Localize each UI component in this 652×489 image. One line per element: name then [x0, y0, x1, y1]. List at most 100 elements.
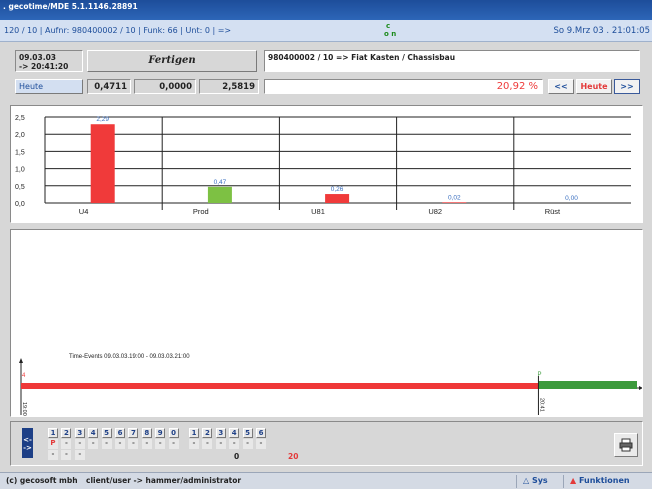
title-bar: . gecotime/MDE 5.1.1146.28891: [0, 0, 652, 20]
printer-icon: [619, 438, 633, 452]
day-box[interactable]: 0: [168, 428, 179, 438]
y-tick-label: 0,0: [15, 201, 25, 208]
y-tick-label: 2,0: [15, 132, 25, 139]
timeline-right-arrow: [639, 386, 642, 390]
prev-period-button[interactable]: <<: [548, 79, 574, 94]
red-event-marker: 4: [22, 373, 26, 379]
date-panel: 09.03.03 -> 20:41:20: [15, 50, 83, 72]
day-nav: <- ->: [22, 428, 33, 458]
period-label-panel: Heute: [15, 79, 83, 94]
connection-indicator-top: c: [386, 22, 391, 30]
today-button[interactable]: Heute: [576, 79, 612, 94]
y-tick-label: 1,0: [15, 167, 25, 174]
y-tick-label: 1,5: [15, 149, 25, 156]
day-box[interactable]: 3: [74, 428, 85, 438]
functions-button-label: Funktionen: [578, 476, 630, 485]
day-status-cell: -: [202, 439, 213, 449]
day-box[interactable]: 2: [61, 428, 72, 438]
user-info: client/user -> hammer/administrator: [86, 476, 242, 485]
day-status-cell: P: [48, 439, 58, 449]
value-2: 0,0000: [134, 79, 196, 94]
day-status-cell: -: [256, 439, 266, 449]
order-panel: 980400002 / 10 => Fiat Kasten / Chassisb…: [264, 50, 640, 72]
bar-data-label: 0,47: [214, 179, 227, 186]
day-box[interactable]: 6: [115, 428, 125, 438]
day-box[interactable]: 8: [141, 428, 152, 438]
timeline-segment-red: [21, 383, 539, 389]
day-sub-cell: -: [61, 450, 72, 460]
bar-u82: [442, 202, 467, 203]
percent-panel: 20,92 %: [264, 79, 543, 94]
bar-u81: [325, 194, 350, 203]
day-count-2: 20: [288, 452, 299, 461]
day-box[interactable]: 9: [155, 428, 166, 438]
day-box[interactable]: 1: [189, 428, 199, 438]
next-day-button[interactable]: ->: [22, 444, 33, 452]
day-status-cell: -: [88, 439, 99, 449]
day-status-cell: -: [141, 439, 152, 449]
y-tick-label: 2,5: [15, 115, 25, 122]
day-status-cell: -: [61, 439, 72, 449]
day-grid: 1 P -2- -3- -4-5-6-7-8-9-0-1-2-3-4-5-6-0 20: [48, 428, 308, 464]
bar-prod: [207, 186, 232, 203]
day-box[interactable]: 1: [48, 428, 58, 438]
day-status-cell: -: [215, 439, 226, 449]
day-status-cell: -: [115, 439, 125, 449]
bar-u4: [90, 124, 115, 203]
end-time: -> 20:41:20: [19, 62, 69, 71]
day-box[interactable]: 2: [202, 428, 213, 438]
day-box[interactable]: 5: [101, 428, 112, 438]
day-status-cell: -: [189, 439, 199, 449]
functions-warning-icon: ▲: [570, 476, 577, 485]
print-button[interactable]: [614, 433, 638, 457]
x-tick-label: U81: [311, 207, 325, 216]
day-box[interactable]: 4: [88, 428, 99, 438]
timeline-chart: Time-Events 09.03.03.19:00 - 09.03.03.21…: [19, 354, 642, 416]
day-status-cell: -: [242, 439, 253, 449]
day-box[interactable]: 7: [128, 428, 139, 438]
day-box[interactable]: 5: [242, 428, 253, 438]
green-event-marker: P: [537, 372, 541, 378]
sys-button-label: Sys: [531, 476, 548, 485]
day-box[interactable]: 3: [215, 428, 226, 438]
date-value: 09.03.03: [19, 53, 57, 62]
day-status-cell: -: [168, 439, 179, 449]
status-panel: Fertigen: [87, 50, 257, 72]
day-status-cell: -: [74, 439, 85, 449]
sys-button[interactable]: △ Sys: [516, 475, 560, 488]
status-bar: (c) gecosoft mbh client/user -> hammer/a…: [0, 472, 652, 489]
bar-data-label: 0,00: [565, 195, 578, 202]
x-tick-label: U82: [428, 207, 442, 216]
day-status-cell: -: [229, 439, 240, 449]
day-count-1: 0: [234, 452, 240, 461]
value-3: 2,5819: [199, 79, 259, 94]
bar-chart: 0,0 0,5 1,0 1,5 2,0 2,5 2,29 U4 0,47 Prod 0,26 U81 0…: [15, 115, 631, 216]
x-tick-label: Prod: [193, 207, 209, 216]
order-info: 120 / 10 | Aufnr: 980400002 / 10 | Funk:…: [4, 26, 232, 35]
connection-indicator-bottom: o n: [384, 30, 397, 38]
day-box[interactable]: 6: [256, 428, 266, 438]
next-period-button[interactable]: >>: [614, 79, 640, 94]
percent-value: 20,92 %: [496, 81, 538, 92]
day-sub-cell: -: [48, 450, 58, 460]
day-status-cell: -: [101, 439, 112, 449]
bar-chart-panel: 0,0 0,5 1,0 1,5 2,0 2,5 2,29 U4 0,47 Prod 0,26 U81 0…: [10, 105, 643, 223]
info-bar: 120 / 10 | Aufnr: 980400002 / 10 | Funk:…: [0, 20, 652, 42]
bar-data-label: 0,02: [448, 194, 461, 201]
x-tick-label: U4: [79, 207, 89, 216]
bar-data-label: 2,29: [96, 116, 109, 123]
functions-button[interactable]: ▲ Funktionen: [563, 475, 649, 488]
status-label: Fertigen: [148, 55, 196, 66]
period-label: Heute: [19, 82, 44, 91]
day-box[interactable]: 4: [229, 428, 240, 438]
day-status-cell: -: [155, 439, 166, 449]
y-tick-label: 0,5: [15, 184, 25, 191]
prev-day-button[interactable]: <-: [22, 436, 33, 444]
days-panel: <- -> 1P-2--3--4-5-6-7-8-9-0-1-2-3-4-5-6…: [10, 421, 643, 466]
datetime: So 9.Mrz 03 . 21:01:05: [553, 26, 651, 36]
x-tick-label: Rüst: [545, 207, 561, 216]
timeline-panel: Time-Events 09.03.03.19:00 - 09.03.03.21…: [10, 229, 643, 417]
timeline-marker-label: 20:41: [538, 398, 544, 412]
value-1: 0,4711: [87, 79, 131, 94]
day-sub-cell: -: [74, 450, 85, 460]
